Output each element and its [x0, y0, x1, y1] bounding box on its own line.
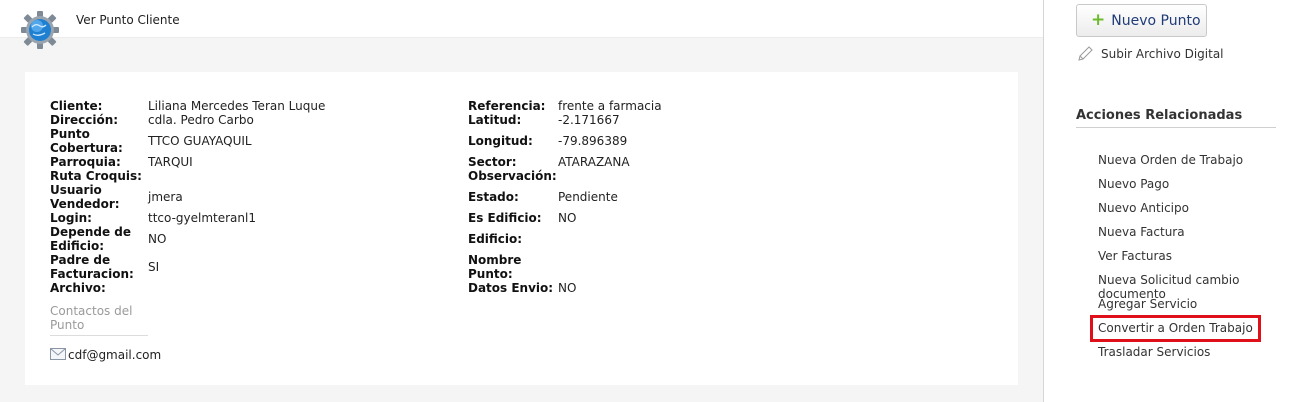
value-depende-edificio: NO — [148, 232, 167, 246]
label-sector: Sector: — [468, 155, 517, 169]
label-latitud: Latitud: — [468, 113, 522, 127]
label-es-edificio: Es Edificio: — [468, 211, 542, 225]
new-point-button[interactable]: + Nuevo Punto — [1076, 4, 1207, 37]
label-direccion: Dirección: — [50, 113, 119, 127]
action-nueva-factura[interactable]: Nueva Factura — [1098, 225, 1185, 239]
value-longitud: -79.896389 — [558, 134, 628, 148]
value-cliente: Liliana Mercedes Teran Luque — [148, 99, 326, 113]
label-usuario-vendedor: Usuario Vendedor: — [50, 183, 120, 211]
label-punto-cobertura: Punto Cobertura: — [50, 127, 123, 155]
label-edificio: Edificio: — [468, 232, 523, 246]
panel-header: Ver Punto Cliente — [0, 0, 1043, 49]
page-title: Ver Punto Cliente — [76, 13, 180, 27]
label-longitud: Longitud: — [468, 134, 533, 148]
value-es-edificio: NO — [558, 211, 577, 225]
pencil-icon — [1078, 46, 1093, 61]
label-referencia: Referencia: — [468, 99, 546, 113]
label-archivo: Archivo: — [50, 281, 106, 295]
action-nuevo-pago[interactable]: Nuevo Pago — [1098, 177, 1169, 191]
label-observacion: Observación: — [468, 169, 557, 183]
value-login: ttco-gyelmteranl1 — [148, 211, 256, 225]
value-punto-cobertura: TTCO GUAYAQUIL — [148, 134, 252, 148]
upload-label: Subir Archivo Digital — [1101, 47, 1224, 61]
action-nueva-orden-trabajo[interactable]: Nueva Orden de Trabajo — [1098, 153, 1243, 167]
value-referencia: frente a farmacia — [558, 99, 662, 113]
value-sector: ATARAZANA — [558, 155, 630, 169]
contact-email-row: cdf@gmail.com — [50, 345, 161, 364]
related-actions-title: Acciones Relacionadas — [1076, 108, 1276, 128]
value-datos-envio: NO — [558, 281, 577, 295]
value-usuario-vendedor: jmera — [148, 190, 183, 204]
label-estado: Estado: — [468, 190, 519, 204]
value-padre-facturacion: SI — [148, 260, 160, 274]
value-parroquia: TARQUI — [148, 155, 193, 169]
label-cliente: Cliente: — [50, 99, 103, 113]
action-trasladar-servicios[interactable]: Trasladar Servicios — [1098, 345, 1210, 359]
label-nombre-punto: Nombre Punto: — [468, 253, 522, 281]
label-parroquia: Parroquia: — [50, 155, 121, 169]
action-agregar-servicio[interactable]: Agregar Servicio — [1098, 297, 1197, 311]
contact-email: cdf@gmail.com — [68, 347, 162, 362]
label-ruta-croquis: Ruta Croquis: — [50, 169, 142, 183]
new-point-label: Nuevo Punto — [1111, 12, 1201, 29]
value-latitud: -2.171667 — [558, 113, 620, 127]
action-ver-facturas[interactable]: Ver Facturas — [1098, 249, 1172, 263]
label-login: Login: — [50, 211, 92, 225]
label-padre-facturacion: Padre de Facturacion: — [50, 253, 134, 281]
label-datos-envio: Datos Envio: — [468, 281, 554, 295]
contacts-title: Contactos del Punto — [50, 304, 148, 336]
upload-digital-file-link[interactable]: Subir Archivo Digital — [1076, 46, 1224, 62]
label-depende-edificio: Depende de Edificio: — [50, 225, 132, 253]
action-nuevo-anticipo[interactable]: Nuevo Anticipo — [1098, 201, 1189, 215]
highlight-box — [1090, 315, 1261, 342]
plus-icon: + — [1091, 10, 1106, 30]
envelope-icon — [50, 345, 66, 364]
value-estado: Pendiente — [558, 190, 618, 204]
gear-globe-icon — [20, 10, 60, 50]
value-direccion: cdla. Pedro Carbo — [148, 113, 254, 127]
